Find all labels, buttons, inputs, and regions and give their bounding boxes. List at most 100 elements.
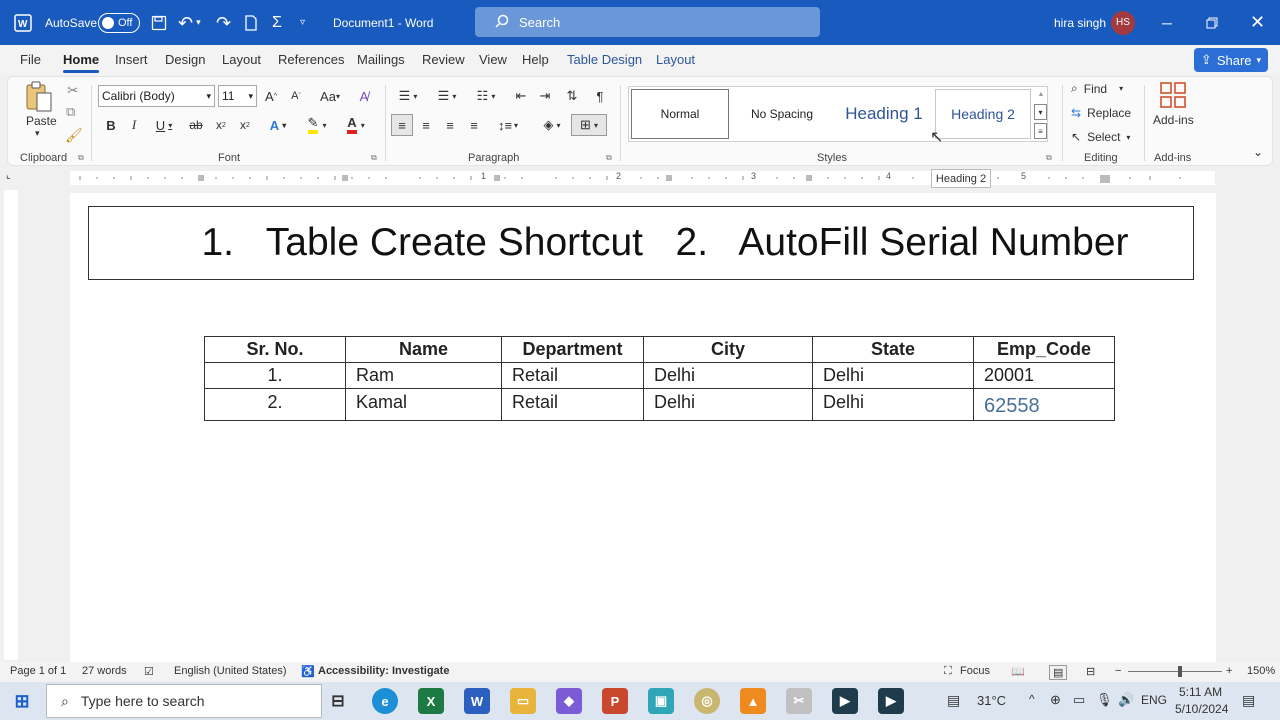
avatar[interactable]: HS xyxy=(1111,0,1135,45)
styles-scroll-up-icon[interactable]: ▲ xyxy=(1035,87,1047,101)
numbering-icon[interactable]: ☰ ▾ xyxy=(431,85,463,107)
media-app-2-icon[interactable]: ▶ xyxy=(878,688,904,714)
tab-table-design[interactable]: Table Design xyxy=(567,52,642,67)
autosave-toggle[interactable]: Off xyxy=(98,0,140,45)
language[interactable]: English (United States) xyxy=(174,665,287,677)
edge-icon[interactable]: e xyxy=(372,688,398,714)
underline-icon[interactable]: U ▾ xyxy=(149,114,179,136)
share-button[interactable]: ⇪ Share ▾ xyxy=(1194,48,1268,72)
table-header[interactable]: State xyxy=(812,336,974,363)
highlight-icon[interactable]: ✎ ▾ xyxy=(302,114,332,136)
search-box[interactable]: Search xyxy=(475,7,820,37)
table-cell[interactable]: 1. xyxy=(204,362,346,389)
microphone-icon[interactable]: 🎙 xyxy=(1096,692,1113,708)
zoom-slider-thumb[interactable] xyxy=(1178,666,1182,677)
align-left-icon[interactable]: ≡ xyxy=(391,114,413,136)
meet-icon[interactable]: ▭ xyxy=(1073,692,1085,708)
grow-font-icon[interactable]: A ^ xyxy=(261,85,281,107)
network-icon[interactable]: ⊕ xyxy=(1050,692,1061,708)
excel-icon[interactable]: X xyxy=(418,688,444,714)
web-layout-icon[interactable]: ⊟ xyxy=(1086,665,1095,678)
weather-icon[interactable]: ▤ xyxy=(947,692,960,709)
styles-more-icon[interactable]: ≡ xyxy=(1034,123,1047,139)
collapse-ribbon-icon[interactable]: ⌄ xyxy=(1253,145,1263,159)
customize-toolbar-icon[interactable]: ▿ xyxy=(300,0,305,45)
addins-button[interactable]: Add-ins xyxy=(1153,113,1194,127)
strikethrough-icon[interactable]: ab xyxy=(186,114,206,136)
table-cell[interactable]: 62558 xyxy=(973,388,1115,421)
file-explorer-icon[interactable]: ▭ xyxy=(510,688,536,714)
style-heading-2[interactable]: Heading 2 xyxy=(935,89,1031,139)
ruler-scale[interactable] xyxy=(70,171,1215,185)
table-header[interactable]: Sr. No. xyxy=(204,336,346,363)
task-view-icon[interactable]: ⊟ xyxy=(325,688,351,714)
table-cell[interactable]: 20001 xyxy=(973,362,1115,389)
shrink-font-icon[interactable]: Aˇ xyxy=(286,85,306,107)
table-cell[interactable]: Kamal xyxy=(345,388,502,421)
increase-indent-icon[interactable]: ⇥ xyxy=(535,85,555,107)
clock-time[interactable]: 5:11 AM xyxy=(1179,685,1222,699)
font-size-select[interactable]: 11 ▾ xyxy=(218,85,257,107)
tab-file[interactable]: File xyxy=(20,52,41,67)
justify-icon[interactable]: ≡ xyxy=(464,114,484,136)
media-app-icon[interactable]: ▶ xyxy=(832,688,858,714)
font-launcher-icon[interactable]: ⧉ xyxy=(371,153,377,163)
change-case-icon[interactable]: Aa ▾ xyxy=(314,85,346,107)
align-center-icon[interactable]: ≡ xyxy=(416,114,436,136)
find-button[interactable]: ⌕ Find ▾ xyxy=(1071,81,1123,96)
save-icon[interactable] xyxy=(151,0,167,45)
decrease-indent-icon[interactable]: ⇤ xyxy=(511,85,531,107)
paragraph-launcher-icon[interactable]: ⧉ xyxy=(606,153,612,163)
weather-temp[interactable]: 31°C xyxy=(977,693,1006,708)
chevron-up-icon[interactable]: ^ xyxy=(1029,692,1035,706)
volume-icon[interactable]: 🔊 xyxy=(1118,692,1134,708)
vlc-icon[interactable]: ▲ xyxy=(740,688,766,714)
windows-start-icon[interactable]: ⊞ xyxy=(9,688,35,714)
clock-date[interactable]: 5/10/2024 xyxy=(1175,702,1228,716)
table-cell[interactable]: 2. xyxy=(204,388,346,421)
table-header[interactable]: Emp_Code xyxy=(973,336,1115,363)
table-header[interactable]: Department xyxy=(501,336,644,363)
new-document-icon[interactable] xyxy=(244,0,258,45)
tab-view[interactable]: View xyxy=(479,52,507,67)
paste-button[interactable]: Paste xyxy=(26,114,57,128)
zoom-out-icon[interactable]: − xyxy=(1115,665,1121,677)
document-page[interactable]: 1. Table Create Shortcut 2. AutoFill Ser… xyxy=(70,193,1216,663)
snipping-tool-icon[interactable]: ✂ xyxy=(786,688,812,714)
bold-icon[interactable]: B xyxy=(102,114,120,136)
notifications-icon[interactable]: ▤ xyxy=(1242,692,1255,709)
style-normal[interactable]: Normal xyxy=(631,89,729,139)
zoom-level[interactable]: 150% xyxy=(1247,665,1275,677)
font-color-icon[interactable]: A ▾ xyxy=(341,114,371,136)
camera-icon[interactable]: ▣ xyxy=(648,688,674,714)
minimize-icon[interactable]: ─ xyxy=(1162,0,1172,45)
paste-icon[interactable] xyxy=(24,81,54,113)
select-button[interactable]: ↖ Select ▾ xyxy=(1071,130,1130,144)
cut-icon[interactable]: ✂ xyxy=(67,82,79,99)
tab-layout[interactable]: Layout xyxy=(222,52,261,67)
print-layout-icon[interactable]: ▤ xyxy=(1049,665,1068,680)
tab-home[interactable]: Home xyxy=(63,52,100,73)
addins-icon[interactable] xyxy=(1159,81,1187,112)
close-icon[interactable]: ✕ xyxy=(1250,0,1265,45)
tab-insert[interactable]: Insert xyxy=(115,52,148,67)
show-formatting-icon[interactable]: ¶ xyxy=(590,85,610,107)
italic-icon[interactable]: I xyxy=(125,114,143,136)
redo-icon[interactable]: ↷ xyxy=(216,0,231,45)
table-cell[interactable]: Retail xyxy=(501,388,644,421)
table-cell[interactable]: Retail xyxy=(501,362,644,389)
styles-launcher-icon[interactable]: ⧉ xyxy=(1046,153,1052,163)
superscript-icon[interactable]: x2 xyxy=(236,114,254,136)
word-icon[interactable]: W xyxy=(464,688,490,714)
tab-design[interactable]: Design xyxy=(165,52,205,67)
tab-references[interactable]: References xyxy=(278,52,344,67)
copilot-icon[interactable]: ◆ xyxy=(556,688,582,714)
undo-icon[interactable]: ↶ ▾ xyxy=(178,0,201,45)
table-header[interactable]: Name xyxy=(345,336,502,363)
font-name-select[interactable]: Calibri (Body) ▾ xyxy=(98,85,215,107)
copy-icon[interactable]: ⧉ xyxy=(66,104,75,120)
document-heading[interactable]: 1. Table Create Shortcut 2. AutoFill Ser… xyxy=(88,206,1194,280)
chevron-down-icon[interactable]: ▾ xyxy=(35,128,40,139)
table-cell[interactable]: Delhi xyxy=(643,388,813,421)
read-mode-icon[interactable]: 📖 xyxy=(1011,665,1025,678)
